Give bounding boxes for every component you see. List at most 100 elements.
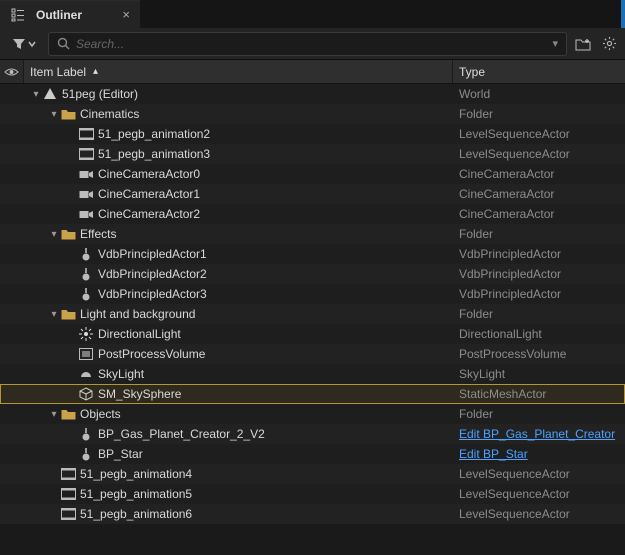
settings-button[interactable] xyxy=(599,34,619,54)
filter-button[interactable] xyxy=(6,33,42,55)
tree-row[interactable]: ▾Light and backgroundFolder xyxy=(0,304,625,324)
item-cell[interactable]: VdbPrincipledActor3 xyxy=(24,284,453,304)
folder-icon xyxy=(60,106,76,122)
tree-row[interactable]: CineCameraActor0CineCameraActor xyxy=(0,164,625,184)
type-column-header[interactable]: Type xyxy=(453,60,625,83)
tree-row[interactable]: ▾EffectsFolder xyxy=(0,224,625,244)
item-cell[interactable]: VdbPrincipledActor2 xyxy=(24,264,453,284)
type-cell: CineCameraActor xyxy=(453,204,625,224)
light-icon xyxy=(78,326,94,342)
type-cell[interactable]: Edit BP_Star xyxy=(453,444,625,464)
toolbar: ▾ xyxy=(0,28,625,60)
type-cell[interactable]: Edit BP_Gas_Planet_Creator xyxy=(453,424,625,444)
tree-row[interactable]: BP_Gas_Planet_Creator_2_V2 Edit BP_Gas_Pl… xyxy=(0,424,625,444)
row-label: BP_Gas_Planet_Creator_2_V2 xyxy=(98,427,265,441)
item-cell[interactable]: 51_pegb_animation4 xyxy=(24,464,453,484)
row-label: 51peg (Editor) xyxy=(62,87,138,101)
type-cell: LevelSequenceActor xyxy=(453,464,625,484)
disclosure-triangle[interactable]: ▾ xyxy=(48,409,60,420)
item-cell[interactable]: ▾Light and background xyxy=(24,304,453,324)
bp-icon xyxy=(78,426,94,442)
tab-title: Outliner xyxy=(36,8,82,22)
item-column-header[interactable]: Item Label ▴ xyxy=(24,60,453,83)
row-label: CineCameraActor1 xyxy=(98,187,200,201)
sequence-icon xyxy=(78,126,94,142)
tree-row[interactable]: ▾ObjectsFolder xyxy=(0,404,625,424)
tree-row[interactable]: VdbPrincipledActor2VdbPrincipledActor xyxy=(0,264,625,284)
type-cell: VdbPrincipledActor xyxy=(453,284,625,304)
item-cell[interactable]: CineCameraActor2 xyxy=(24,204,453,224)
row-label: BP_Star xyxy=(98,447,143,461)
item-cell[interactable]: PostProcessVolume xyxy=(24,344,453,364)
tree-row[interactable]: VdbPrincipledActor1 VdbPrincipledActor xyxy=(0,244,625,264)
item-cell[interactable]: VdbPrincipledActor1 xyxy=(24,244,453,264)
type-cell: LevelSequenceActor xyxy=(453,504,625,524)
item-cell[interactable]: ▾Objects xyxy=(24,404,453,424)
item-cell[interactable]: 51_pegb_animation5 xyxy=(24,484,453,504)
outliner-tree[interactable]: ▾51peg (Editor)World▾CinematicsFolder51_… xyxy=(0,84,625,524)
tab-bar: Outliner × xyxy=(0,0,625,28)
item-cell[interactable]: CineCameraActor1 xyxy=(24,184,453,204)
item-cell[interactable]: 51_pegb_animation3 xyxy=(24,144,453,164)
search-field[interactable]: ▾ xyxy=(48,32,567,56)
tree-row[interactable]: 51_pegb_animation3LevelSequenceActor xyxy=(0,144,625,164)
item-cell[interactable]: CineCameraActor0 xyxy=(24,164,453,184)
row-label: VdbPrincipledActor1 xyxy=(98,247,207,261)
disclosure-triangle[interactable]: ▾ xyxy=(48,109,60,120)
tree-row[interactable]: CineCameraActor1 CineCameraActor xyxy=(0,184,625,204)
type-cell: CineCameraActor xyxy=(453,184,625,204)
item-cell[interactable]: SM_SkySphere xyxy=(24,384,453,404)
item-cell[interactable]: BP_Gas_Planet_Creator_2_V2 xyxy=(24,424,453,444)
item-cell[interactable]: ▾ Cinematics xyxy=(24,104,453,124)
type-cell: DirectionalLight xyxy=(453,324,625,344)
item-cell[interactable]: ▾ 51peg (Editor) xyxy=(24,84,453,104)
row-label: Effects xyxy=(80,227,116,241)
tree-row[interactable]: CineCameraActor2CineCameraActor xyxy=(0,204,625,224)
disclosure-triangle[interactable]: ▾ xyxy=(48,309,60,320)
sort-asc-icon: ▴ xyxy=(93,66,98,77)
camera-icon xyxy=(78,166,94,182)
type-cell: Folder xyxy=(453,104,625,124)
disclosure-triangle[interactable]: ▾ xyxy=(30,89,42,100)
type-cell: StaticMeshActor xyxy=(453,384,625,404)
search-icon xyxy=(57,37,70,50)
row-label: 51_pegb_animation4 xyxy=(80,467,192,481)
item-cell[interactable]: ▾ Effects xyxy=(24,224,453,244)
type-cell: PostProcessVolume xyxy=(453,344,625,364)
tree-row[interactable]: 51_pegb_animation4 LevelSequenceActor xyxy=(0,464,625,484)
tree-row[interactable]: PostProcessVolume PostProcessVolume xyxy=(0,344,625,364)
tree-row[interactable]: 51_pegb_animation5LevelSequenceActor xyxy=(0,484,625,504)
tree-row[interactable]: ▾ Cinematics Folder xyxy=(0,104,625,124)
docking-hint xyxy=(621,0,625,28)
tree-row[interactable]: DirectionalLight DirectionalLight xyxy=(0,324,625,344)
item-cell[interactable]: 51_pegb_animation2 xyxy=(24,124,453,144)
type-cell: LevelSequenceActor xyxy=(453,484,625,504)
row-label: Cinematics xyxy=(80,107,139,121)
vdb-icon xyxy=(78,246,94,262)
visibility-column-header[interactable] xyxy=(0,60,24,83)
row-label: PostProcessVolume xyxy=(98,347,205,361)
row-label: DirectionalLight xyxy=(98,327,181,341)
tree-row[interactable]: BP_Star Edit BP_Star xyxy=(0,444,625,464)
item-cell[interactable]: SkyLight xyxy=(24,364,453,384)
close-icon[interactable]: × xyxy=(122,7,130,22)
item-cell[interactable]: DirectionalLight xyxy=(24,324,453,344)
type-cell: LevelSequenceActor xyxy=(453,144,625,164)
item-cell[interactable]: 51_pegb_animation6 xyxy=(24,504,453,524)
tree-row[interactable]: ▾51peg (Editor)World xyxy=(0,84,625,104)
tree-row[interactable]: 51_pegb_animation2LevelSequenceActor xyxy=(0,124,625,144)
tree-row[interactable]: SkyLightSkyLight xyxy=(0,364,625,384)
tree-row[interactable]: SM_SkySphereStaticMeshActor xyxy=(0,384,625,404)
chevron-down-icon[interactable]: ▾ xyxy=(552,37,558,50)
disclosure-triangle[interactable]: ▾ xyxy=(48,229,60,240)
type-cell: VdbPrincipledActor xyxy=(453,244,625,264)
item-cell[interactable]: BP_Star xyxy=(24,444,453,464)
search-input[interactable] xyxy=(76,37,546,51)
type-cell: Folder xyxy=(453,304,625,324)
folder-icon xyxy=(60,406,76,422)
tree-row[interactable]: VdbPrincipledActor3VdbPrincipledActor xyxy=(0,284,625,304)
row-label: SkyLight xyxy=(98,367,144,381)
add-folder-button[interactable] xyxy=(573,34,593,54)
tab-outliner[interactable]: Outliner × xyxy=(0,0,140,28)
tree-row[interactable]: 51_pegb_animation6LevelSequenceActor xyxy=(0,504,625,524)
